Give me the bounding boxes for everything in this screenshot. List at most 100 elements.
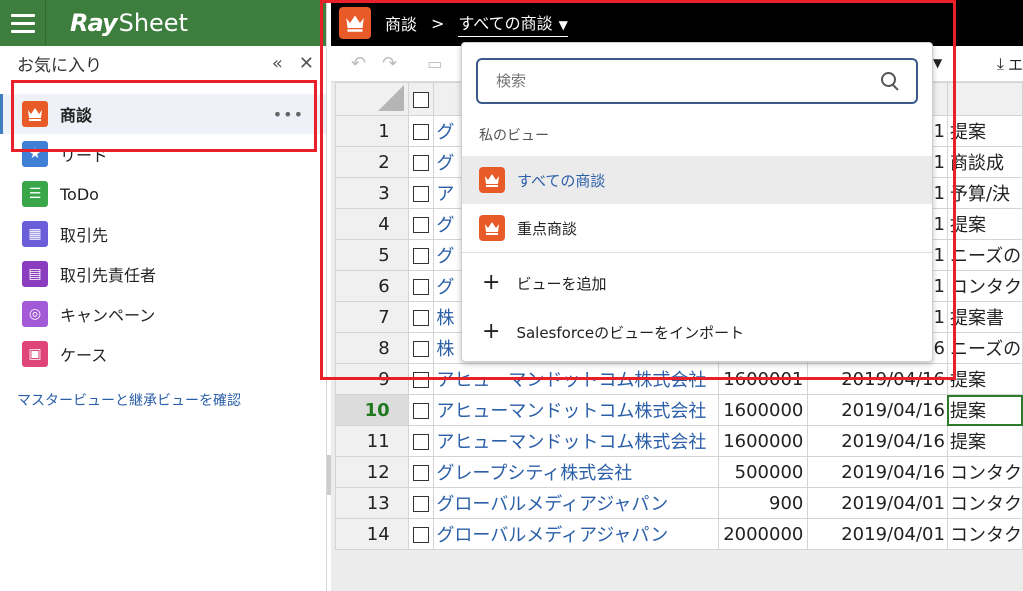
sidebar-item-todo[interactable]: ☰ ToDo (0, 174, 326, 214)
checkbox[interactable] (413, 216, 430, 233)
cell-date[interactable]: 2019/04/16 (807, 394, 948, 426)
checkbox[interactable] (413, 185, 430, 202)
cell-stage[interactable]: コンタク (946, 270, 1023, 302)
table-row[interactable]: 14 グローバルメディアジャパン 2000000 2019/04/01 コンタク (335, 518, 1023, 550)
cell-name[interactable]: グローバルメディアジャパン (433, 518, 720, 550)
cell-stage[interactable]: 提案 (946, 363, 1023, 395)
sidebar-item-case[interactable]: ▣ ケース (0, 334, 326, 374)
add-view-button[interactable]: + ビューを追加 (462, 259, 932, 307)
cell-amount[interactable]: 2000000 (718, 518, 809, 550)
cell-stage[interactable]: コンタク (946, 487, 1023, 519)
sidebar-item-account[interactable]: ▦ 取引先 (0, 214, 326, 254)
checkbox[interactable] (413, 247, 430, 264)
cell-date[interactable]: 2019/04/01 (807, 518, 948, 550)
row-checkbox[interactable] (407, 332, 435, 364)
select-all-checkbox[interactable] (407, 82, 435, 116)
search-icon[interactable] (880, 71, 900, 91)
cell-stage[interactable]: コンタク (946, 456, 1023, 488)
close-icon[interactable]: ✕ (299, 53, 314, 74)
checkbox[interactable] (413, 123, 430, 140)
table-row[interactable]: 10 アヒューマンドットコム株式会社 1600000 2019/04/16 提案 (335, 394, 1023, 426)
sidebar-item-campaign[interactable]: ◎ キャンペーン (0, 294, 326, 334)
undo-icon[interactable]: ↶ (351, 53, 366, 74)
row-checkbox[interactable] (407, 177, 435, 209)
sidebar-item-contact[interactable]: ▤ 取引先責任者 (0, 254, 326, 294)
cell-stage[interactable]: 提案 (946, 425, 1023, 457)
checkbox[interactable] (413, 402, 430, 419)
column-header-stage[interactable] (946, 82, 1023, 116)
save-icon[interactable]: ▭ (427, 54, 442, 73)
checkbox[interactable] (413, 309, 430, 326)
import-salesforce-view-button[interactable]: + Salesforceのビューをインポート (462, 308, 932, 356)
checkbox[interactable] (413, 371, 430, 388)
row-checkbox[interactable] (407, 301, 435, 333)
cell-date[interactable]: 2019/04/01 (807, 487, 948, 519)
cell-name[interactable]: アヒューマンドットコム株式会社 (433, 363, 720, 395)
checkbox[interactable] (413, 495, 430, 512)
row-number[interactable]: 12 (335, 456, 409, 488)
cell-name[interactable]: グレープシティ株式会社 (433, 456, 720, 488)
cell-stage[interactable]: コンタク (946, 518, 1023, 550)
row-number[interactable]: 9 (335, 363, 409, 395)
row-number[interactable]: 14 (335, 518, 409, 550)
cell-stage[interactable]: 提案 (946, 208, 1023, 240)
row-number[interactable]: 1 (335, 115, 409, 147)
view-selector[interactable]: すべての商談 ▼ (458, 10, 568, 37)
cell-stage[interactable]: 商談成 (946, 146, 1023, 178)
checkbox[interactable] (413, 340, 430, 357)
checkbox[interactable] (413, 278, 430, 295)
sidebar-item-opportunity[interactable]: 商談 ••• (0, 94, 326, 134)
row-checkbox[interactable] (407, 115, 435, 147)
row-number[interactable]: 6 (335, 270, 409, 302)
cell-amount[interactable]: 1600000 (718, 425, 809, 457)
row-checkbox[interactable] (407, 239, 435, 271)
row-checkbox[interactable] (407, 518, 435, 550)
cell-stage[interactable]: ニーズの (946, 332, 1023, 364)
row-checkbox[interactable] (407, 146, 435, 178)
view-option-all-opportunities[interactable]: すべての商談 (462, 156, 932, 204)
table-row[interactable]: 9 アヒューマンドットコム株式会社 1600001 2019/04/16 提案 (335, 363, 1023, 395)
checkbox[interactable] (413, 526, 430, 543)
table-row[interactable]: 12 グレープシティ株式会社 500000 2019/04/16 コンタク (335, 456, 1023, 488)
row-number[interactable]: 2 (335, 146, 409, 178)
checkbox[interactable] (413, 464, 430, 481)
row-checkbox[interactable] (407, 208, 435, 240)
row-number[interactable]: 10 (335, 394, 409, 426)
cell-stage[interactable]: 提案 (946, 115, 1023, 147)
cell-stage[interactable]: ニーズの (946, 239, 1023, 271)
row-checkbox[interactable] (407, 363, 435, 395)
row-number[interactable]: 13 (335, 487, 409, 519)
cell-name[interactable]: アヒューマンドットコム株式会社 (433, 425, 720, 457)
row-number[interactable]: 5 (335, 239, 409, 271)
collapse-icon[interactable]: « (272, 53, 283, 74)
table-row[interactable]: 11 アヒューマンドットコム株式会社 1600000 2019/04/16 提案 (335, 425, 1023, 457)
row-checkbox[interactable] (407, 425, 435, 457)
row-checkbox[interactable] (407, 456, 435, 488)
cell-stage[interactable]: 提案 (946, 394, 1023, 426)
row-number[interactable]: 8 (335, 332, 409, 364)
row-checkbox[interactable] (407, 487, 435, 519)
cell-date[interactable]: 2019/04/16 (807, 456, 948, 488)
cell-name[interactable]: グローバルメディアジャパン (433, 487, 720, 519)
row-checkbox[interactable] (407, 270, 435, 302)
search-box[interactable] (476, 58, 918, 104)
cell-stage[interactable]: 提案書 (946, 301, 1023, 333)
row-number[interactable]: 11 (335, 425, 409, 457)
master-view-link[interactable]: マスタービューと継承ビューを確認 (17, 390, 241, 410)
more-options-icon[interactable]: ••• (273, 105, 304, 124)
table-row[interactable]: 13 グローバルメディアジャパン 900 2019/04/01 コンタク (335, 487, 1023, 519)
redo-icon[interactable]: ↷ (382, 53, 397, 74)
object-name[interactable]: 商談 (385, 11, 417, 35)
cell-amount[interactable]: 500000 (718, 456, 809, 488)
sidebar-item-lead[interactable]: ★ リード (0, 134, 326, 174)
cell-date[interactable]: 2019/04/16 (807, 363, 948, 395)
cell-name[interactable]: アヒューマンドットコム株式会社 (433, 394, 720, 426)
checkbox[interactable] (413, 433, 430, 450)
cell-date[interactable]: 2019/04/16 (807, 425, 948, 457)
row-number[interactable]: 4 (335, 208, 409, 240)
view-option-key-opportunities[interactable]: 重点商談 (462, 204, 932, 252)
hamburger-menu-icon[interactable] (0, 0, 46, 46)
row-number[interactable]: 7 (335, 301, 409, 333)
cell-stage[interactable]: 予算/決 (946, 177, 1023, 209)
export-button[interactable]: ⤓ エ (997, 46, 1023, 82)
